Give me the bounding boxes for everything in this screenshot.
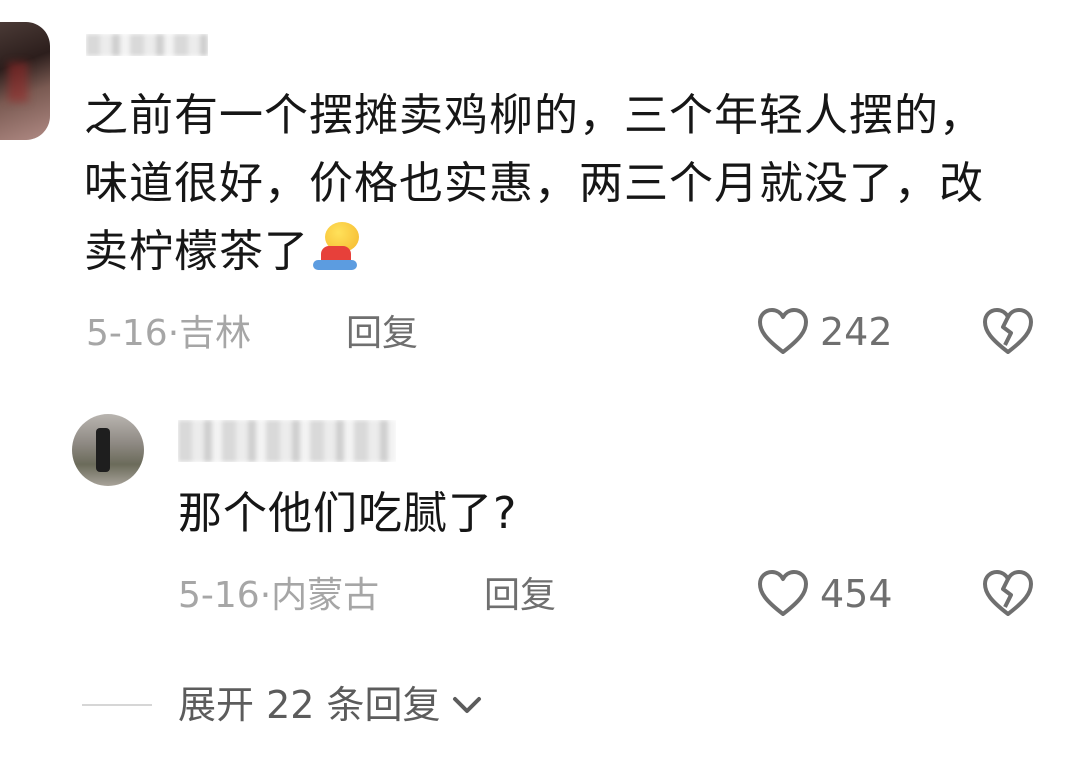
reply-like-button[interactable]: 454 [756,569,893,619]
kneeling-bow-emoji-icon [313,222,363,272]
reply-body: 那个他们吃腻了? [178,488,518,539]
expand-replies-label: 展开 22 条回复 [178,683,441,727]
comment-like-button[interactable]: 242 [756,307,893,357]
commenter-username-blurred[interactable] [86,34,208,56]
reply-dislike-button[interactable] [980,569,1036,619]
expand-divider-line [82,704,152,706]
comment-like-count: 242 [820,310,893,354]
broken-heart-icon [983,308,1033,354]
heart-outline-icon [758,308,808,354]
heart-outline-icon [758,570,808,616]
comment-date-location: 5-16·吉林 [86,313,252,354]
comment-body: 之前有一个摆摊卖鸡柳的，三个年轻人摆的，味道很好，价格也实惠，两三个月就没了，改… [84,82,1014,286]
commenter-avatar[interactable] [0,22,50,140]
replier-username-blurred[interactable] [178,420,396,462]
broken-heart-icon [983,570,1033,616]
expand-replies-button[interactable]: 展开 22 条回复 [178,682,485,728]
chevron-down-icon [452,697,481,713]
reply-date-location: 5-16·内蒙古 [178,575,380,616]
comment-text: 之前有一个摆摊卖鸡柳的，三个年轻人摆的，味道很好，价格也实惠，两三个月就没了，改… [84,90,984,277]
comment-dislike-button[interactable] [980,307,1036,357]
reply-like-count: 454 [820,572,893,616]
reply-reply-button[interactable]: 回复 [484,574,556,618]
replier-avatar[interactable] [72,414,144,486]
comment-reply-button[interactable]: 回复 [346,312,418,356]
